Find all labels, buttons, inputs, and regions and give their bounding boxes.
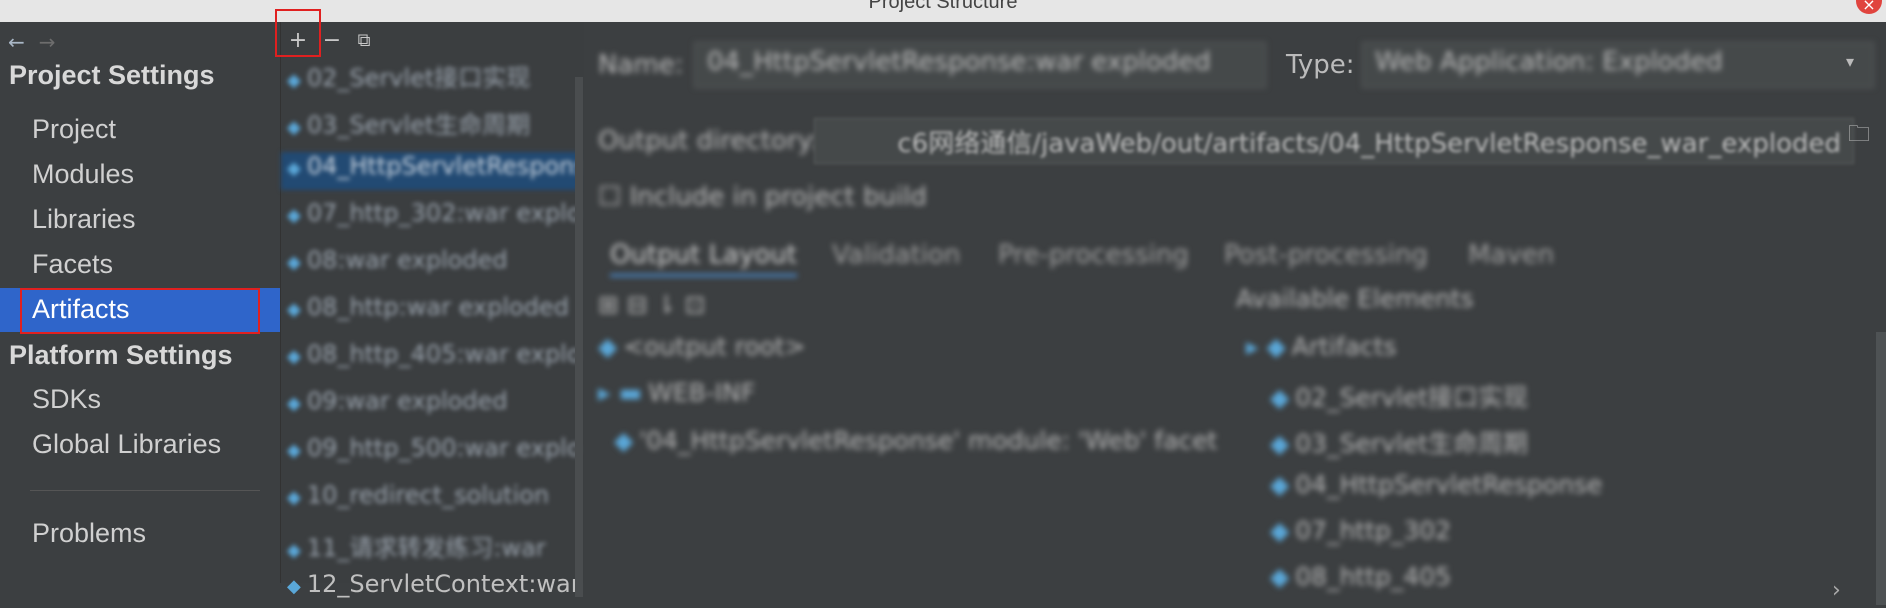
artifact-icon: ◆ [287,346,301,367]
artifact-icon: ◆ [1270,516,1290,545]
tab-output-layout[interactable]: Output Layout [610,240,797,277]
artifacts-icon: ▸ ◆ [1246,332,1286,361]
available-tree-node[interactable]: ◆ 03_Servlet生命周期 [1270,424,1528,460]
list-item[interactable]: ◆ 08_http:war exploded [281,293,579,331]
available-tree-node[interactable]: ◆ 02_Servlet接口实现 [1270,378,1528,414]
artifact-detail-panel: Name: 04_HttpServletResponse:war explode… [584,22,1886,605]
list-scrollbar[interactable] [575,77,583,597]
detail-scrollbar[interactable] [1876,332,1886,605]
artifact-icon: ◆ [287,440,301,461]
chevron-right-icon[interactable]: › [1832,578,1841,603]
settings-sidebar: ← → Project Settings Project Modules Lib… [0,22,280,583]
output-directory-field[interactable]: c6网络通信/javaWeb/out/artifacts/04_HttpServ… [814,118,1854,164]
tab-validation[interactable]: Validation [832,240,960,270]
back-arrow-icon[interactable]: ← [8,30,25,56]
add-button-highlight-box [275,9,321,57]
sidebar-divider [30,490,260,491]
artifact-icon: ◆ [287,205,301,226]
type-select[interactable]: Web Application: Exploded [1362,42,1874,88]
artifact-icon: ◆ [287,540,301,561]
copy-artifact-icon[interactable]: ⧉ [351,28,377,54]
sidebar-item-modules[interactable]: Modules [0,153,280,197]
artifacts-highlight-box [20,288,260,334]
available-elements-label: Available Elements [1236,284,1474,313]
artifact-icon: ◆ [287,393,301,414]
folder-icon: ▸ ▬ [598,378,643,407]
artifact-icon: ◆ [287,158,301,179]
available-tree-node[interactable]: ◆ 04_HttpServletResponse [1270,470,1602,499]
list-item[interactable]: ◆ 02_Servlet接口实现 [281,58,579,96]
sidebar-item-sdks[interactable]: SDKs [0,378,280,422]
module-icon: ◆ [614,426,634,455]
artifact-icon: ◆ [1270,562,1290,591]
output-root-icon: ◆ [598,332,618,361]
list-item[interactable]: ◆ 08:war exploded [281,246,579,284]
available-tree-node[interactable]: ▸ ◆ Artifacts [1246,332,1397,361]
available-tree-node[interactable]: ◆ 07_http_302 [1270,516,1451,545]
artifact-icon: ◆ [1270,383,1290,412]
name-label: Name: [598,50,684,80]
artifacts-list-panel: + − ⧉ ◆ 02_Servlet接口实现 ◆ 03_Servlet生命周期 ◆ 0… [280,22,585,598]
forward-arrow-icon[interactable]: → [39,30,56,56]
available-tree-node[interactable]: ◆ 08_http_405 [1270,562,1451,591]
list-item[interactable]: ◆07_http_302:war exploded [281,199,579,237]
list-item[interactable]: ◆ 11_请求转发练习:war [281,528,579,566]
artifact-icon: ◆ [1270,429,1290,458]
output-directory-label: Output directory: [598,126,820,156]
history-nav: ← → [8,30,56,56]
include-checkbox[interactable]: ☐ Include in project build [598,182,927,212]
list-item[interactable]: ◆ 09:war exploded [281,387,579,425]
sidebar-item-project[interactable]: Project [0,108,280,152]
tab-maven[interactable]: Maven [1468,240,1554,270]
tab-pre-processing[interactable]: Pre-processing [998,240,1189,270]
platform-settings-heading: Platform Settings [9,340,233,370]
artifact-icon: ◆ [1270,470,1290,499]
artifact-icon: ◆ [287,70,301,91]
sidebar-item-libraries[interactable]: Libraries [0,198,280,242]
layout-tree-node[interactable]: ▸ ▬ WEB-INF [598,378,755,407]
project-settings-heading: Project Settings [9,60,215,90]
name-field[interactable]: 04_HttpServletResponse:war exploded [694,42,1266,88]
artifact-icon: ◆ [287,299,301,320]
list-item[interactable]: ◆ 12_ServletContext:war [281,570,579,608]
layout-toolbar: ⊞ ⊟ ⇂ ⊡ [598,290,706,319]
list-toolbar: + − ⧉ [281,22,585,56]
list-item[interactable]: ◆09_http_500:war exploded [281,434,579,472]
artifact-icon: ◆ [287,117,301,138]
artifact-icon: ◆ [287,576,301,597]
list-item-selected[interactable]: ◆ 04_HttpServletResponse [281,152,579,190]
list-item[interactable]: ◆ 10_redirect_solution [281,481,579,519]
list-item[interactable]: ◆ 03_Servlet生命周期 [281,105,579,143]
remove-artifact-button[interactable]: − [319,28,345,54]
tab-post-processing[interactable]: Post-processing [1224,240,1428,270]
layout-tree-node[interactable]: ◆ <output root> [598,332,806,361]
type-label: Type: [1286,50,1355,80]
sidebar-item-problems[interactable]: Problems [0,512,280,556]
artifact-icon: ◆ [287,487,301,508]
artifact-icon: ◆ [287,252,301,273]
layout-tree-node[interactable]: ◆ '04_HttpServletResponse' module: 'Web' … [614,426,1217,455]
sidebar-item-facets[interactable]: Facets [0,243,280,287]
folder-icon[interactable]: 🗀 [1848,117,1870,155]
sidebar-item-global-libraries[interactable]: Global Libraries [0,423,280,467]
list-item[interactable]: ◆08_http_405:war exploded [281,340,579,378]
chevron-down-icon[interactable]: ▾ [1846,52,1854,71]
